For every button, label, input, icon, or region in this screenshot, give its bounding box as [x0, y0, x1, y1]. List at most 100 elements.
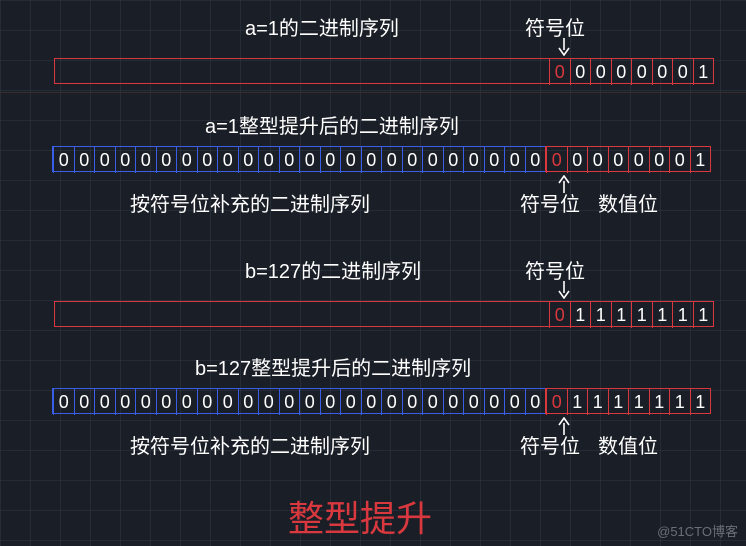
bit-cell: 1 [587, 389, 608, 415]
bit-cell: 0 [74, 389, 95, 415]
a-pad-bits: 000000000000000000000000 [52, 146, 546, 172]
bit-cell: 0 [443, 389, 464, 415]
bit-cell: 0 [443, 147, 464, 173]
a-promote-label: a=1整型提升后的二进制序列 [205, 110, 459, 139]
bit-cell: 0 [649, 147, 670, 173]
arrow-down-icon [558, 281, 570, 297]
bit-cell: 1 [611, 302, 632, 328]
bit-cell: 0 [402, 147, 423, 173]
b-32bit-row: 000000000000000000000000 01111111 [52, 388, 711, 414]
bit-cell: 0 [361, 389, 382, 415]
b-value-label: 数值位 [598, 430, 658, 459]
b-value-bits: 01111111 [545, 388, 711, 414]
watermark: @51CTO博客 [657, 521, 738, 540]
bit-cell: 0 [340, 147, 361, 173]
a-32bit-row: 000000000000000000000000 00000001 [52, 146, 711, 172]
bit-cell: 0 [115, 389, 136, 415]
a-8bit-row: 00000001 [54, 58, 714, 84]
bit-cell: 0 [422, 389, 443, 415]
bit-cell: 0 [504, 147, 525, 173]
bit-cell: 1 [570, 302, 591, 328]
bit-cell: 1 [590, 302, 611, 328]
bit-cell: 0 [135, 147, 156, 173]
bit-cell: 0 [279, 147, 300, 173]
bit-cell: 0 [258, 147, 279, 173]
bit-cell: 0 [135, 389, 156, 415]
bit-cell: 1 [628, 389, 649, 415]
bit-cell: 0 [299, 389, 320, 415]
bit-cell: 1 [693, 302, 714, 328]
bit-cell: 1 [631, 302, 652, 328]
bit-cell: 0 [672, 59, 693, 85]
bit-cell: 0 [567, 147, 588, 173]
bit-cell: 0 [611, 59, 632, 85]
diagram-title: 整型提升 [288, 490, 432, 542]
bit-cell: 0 [422, 147, 443, 173]
a-sign-label-top: 符号位 [525, 12, 585, 41]
a-header-label: a=1的二进制序列 [245, 12, 399, 41]
bit-cell: 1 [608, 389, 629, 415]
a-value-bits: 00000001 [545, 146, 711, 172]
bit-cell: 1 [690, 389, 711, 415]
bit-cell: 0 [299, 147, 320, 173]
b-8bit-row: 01111111 [54, 301, 714, 327]
bit-cell: 0 [504, 389, 525, 415]
bit-cell: 0 [238, 389, 259, 415]
bit-cell: 0 [463, 147, 484, 173]
bit-cell: 0 [463, 389, 484, 415]
bit-cell: 0 [631, 59, 652, 85]
bit-cell: 0 [217, 147, 238, 173]
a-sign-label-bottom: 符号位 [520, 188, 580, 217]
bit-cell: 0 [197, 389, 218, 415]
bit-cell: 0 [258, 389, 279, 415]
bit-cell: 0 [176, 389, 197, 415]
bit-cell: 0 [94, 147, 115, 173]
b-sign-label-bottom: 符号位 [520, 430, 580, 459]
b-sign-label-top: 符号位 [525, 255, 585, 284]
bit-cell: 0 [115, 147, 136, 173]
bit-cell: 0 [590, 59, 611, 85]
a-value-label: 数值位 [598, 188, 658, 217]
bit-cell: 1 [669, 389, 690, 415]
arrow-down-icon [558, 38, 570, 54]
b-pad-bits: 000000000000000000000000 [52, 388, 546, 414]
b-promote-label: b=127整型提升后的二进制序列 [195, 352, 471, 381]
bit-cell: 1 [693, 59, 714, 85]
bit-cell: 0 [238, 147, 259, 173]
bit-cell: 0 [525, 147, 546, 173]
bit-cell: 0 [484, 389, 505, 415]
bit-cell: 0 [320, 147, 341, 173]
bit-cell: 0 [340, 389, 361, 415]
bit-cell: 0 [484, 147, 505, 173]
bit-cell: 0 [320, 389, 341, 415]
bit-cell: 0 [74, 147, 95, 173]
bit-cell: 1 [652, 302, 673, 328]
b-pad-label: 按符号位补充的二进制序列 [130, 430, 370, 459]
bit-cell: 0 [381, 147, 402, 173]
bit-cell: 0 [546, 147, 567, 173]
bit-cell: 0 [381, 389, 402, 415]
bit-cell: 0 [570, 59, 591, 85]
bit-cell: 0 [549, 302, 570, 328]
bit-cell: 0 [156, 389, 177, 415]
a-pad-label: 按符号位补充的二进制序列 [130, 188, 370, 217]
bit-cell: 1 [672, 302, 693, 328]
bit-cell: 0 [176, 147, 197, 173]
bit-cell: 0 [279, 389, 300, 415]
bit-cell: 1 [690, 147, 711, 173]
bit-cell: 0 [652, 59, 673, 85]
bit-cell: 0 [402, 389, 423, 415]
bit-cell: 0 [217, 389, 238, 415]
b-header-label: b=127的二进制序列 [245, 255, 421, 284]
bit-cell: 0 [549, 59, 570, 85]
bit-cell: 1 [567, 389, 588, 415]
bit-cell: 0 [628, 147, 649, 173]
bit-cell: 1 [649, 389, 670, 415]
bit-cell: 0 [608, 147, 629, 173]
bit-cell: 0 [53, 389, 74, 415]
bit-cell: 0 [53, 147, 74, 173]
bit-cell: 0 [525, 389, 546, 415]
bit-cell: 0 [197, 147, 218, 173]
bit-cell: 0 [361, 147, 382, 173]
bit-cell: 0 [156, 147, 177, 173]
